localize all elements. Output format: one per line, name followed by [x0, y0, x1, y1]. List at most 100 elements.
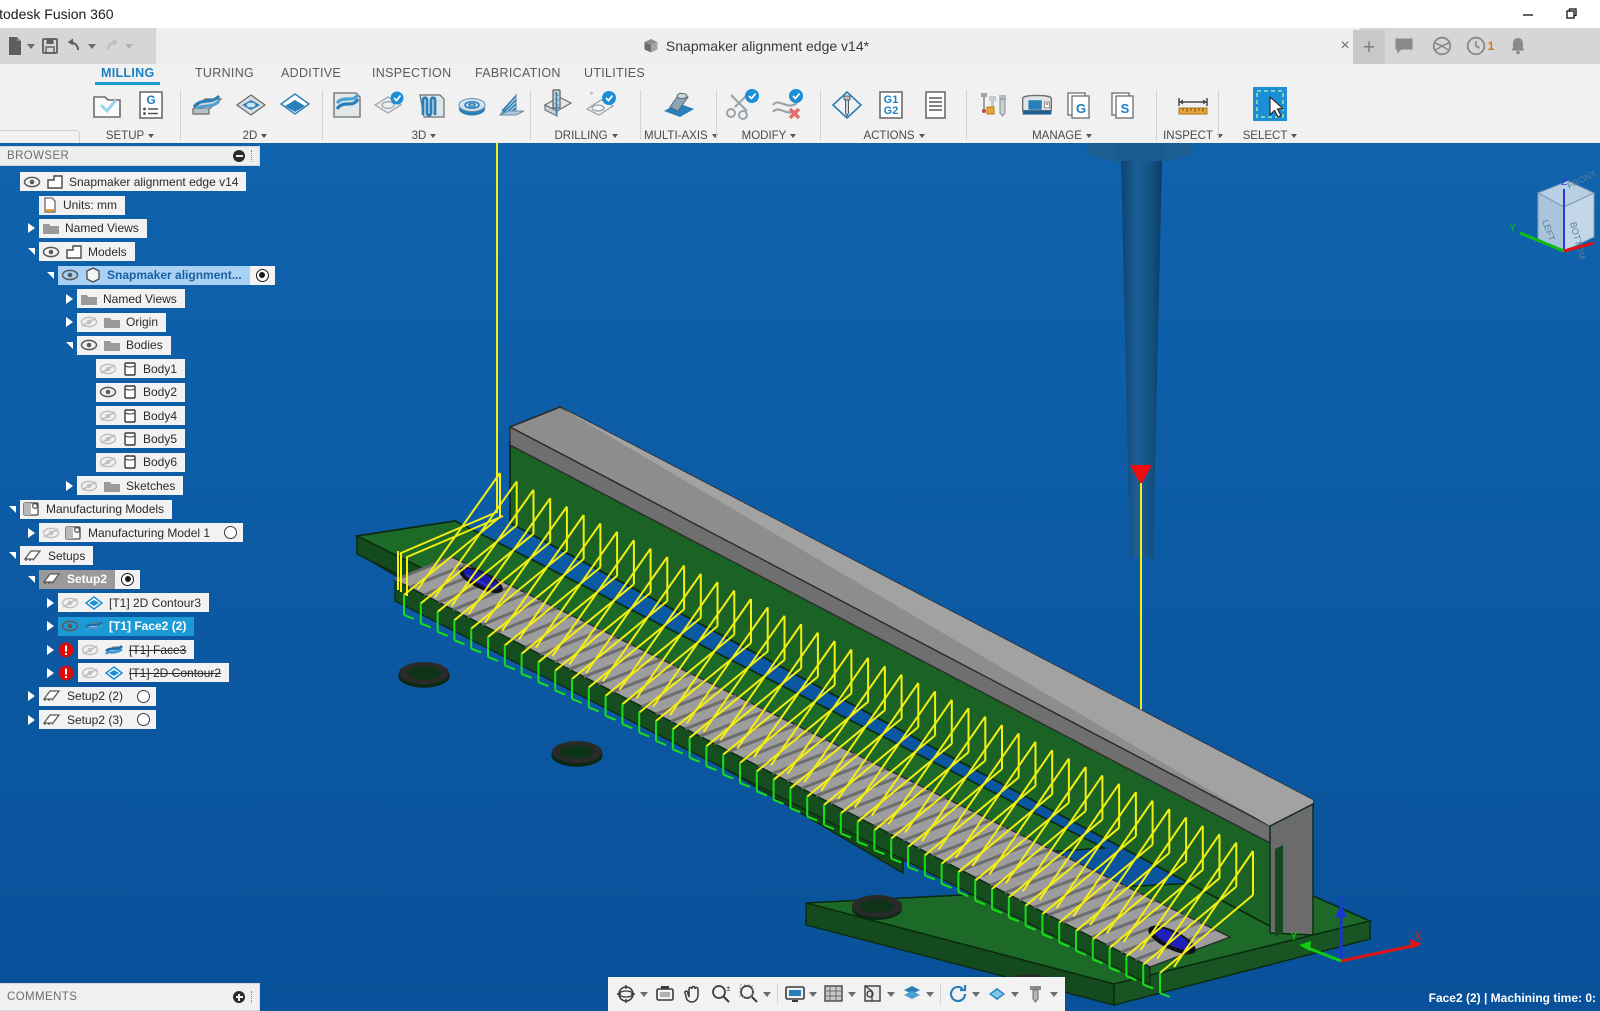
activate-toggle[interactable] [218, 523, 243, 542]
browser-row-snapmaker-alignment[interactable]: Snapmaker alignment... [0, 264, 262, 287]
stock-visibility-button[interactable] [898, 980, 937, 1008]
browser-row-snapmaker-alignment-edge-v14[interactable]: Snapmaker alignment edge v14 [0, 170, 262, 193]
expander[interactable] [4, 506, 20, 513]
activate-toggle[interactable] [131, 687, 156, 706]
look-at-button[interactable] [651, 980, 679, 1008]
expander[interactable] [42, 598, 58, 608]
expand-arrow-icon[interactable] [47, 621, 54, 631]
comments-resize-grip[interactable] [251, 991, 253, 1003]
browser-row-chip[interactable]: Manufacturing Models [20, 500, 172, 519]
select-panel-caret[interactable] [1291, 134, 1297, 138]
browser-row-units-mm[interactable]: Units: mm [0, 193, 262, 216]
visibility-on-icon[interactable] [23, 175, 41, 189]
expander[interactable] [23, 576, 39, 583]
browser-row-t1-2d-contour3[interactable]: [T1] 2D Contour3 [0, 591, 262, 614]
browser-row-chip[interactable]: Named Views [39, 219, 147, 238]
browser-row-body5[interactable]: Body5 [0, 427, 262, 450]
drill-button[interactable] [536, 85, 578, 125]
expander[interactable] [23, 715, 39, 725]
activate-radio-selected[interactable] [256, 269, 269, 282]
bell-icon[interactable] [1502, 30, 1534, 62]
browser-row-chip[interactable]: Body2 [96, 383, 185, 402]
add-comment-icon[interactable] [233, 991, 245, 1003]
visibility-off-icon[interactable] [80, 479, 98, 493]
expand-arrow-icon[interactable] [28, 528, 35, 538]
setup-panel-caret[interactable] [148, 134, 154, 138]
visibility-on-icon[interactable] [61, 268, 79, 282]
visibility-on-icon[interactable] [42, 245, 60, 259]
adaptive-3d-button[interactable] [326, 85, 366, 125]
activate-toggle[interactable] [115, 570, 140, 589]
visibility-off-icon[interactable] [80, 315, 98, 329]
browser-row-chip[interactable]: Setup2 (2) [39, 687, 131, 706]
browser-row-setups[interactable]: Setups [0, 544, 262, 567]
collapse-arrow-icon[interactable] [9, 506, 16, 513]
ncprogram-button[interactable]: G [130, 85, 172, 125]
browser-row-body6[interactable]: Body6 [0, 451, 262, 474]
display-settings-caret[interactable] [809, 992, 817, 997]
minimize-button[interactable] [1506, 0, 1550, 28]
undo-caret[interactable] [88, 44, 96, 49]
pocket-2d-button[interactable] [274, 85, 316, 125]
browser-row-chip[interactable]: Body5 [96, 429, 185, 448]
fit-caret[interactable] [763, 992, 771, 997]
activate-toggle[interactable] [131, 710, 156, 729]
delete-toolpath-button[interactable] [766, 85, 808, 125]
browser-row-chip[interactable]: Snapmaker alignment... [58, 266, 250, 285]
browser-row-t1-2d-contour2[interactable]: [T1] 2D Contour2 [0, 661, 262, 684]
browser-row-manufacturing-models[interactable]: Manufacturing Models [0, 497, 262, 520]
browser-row-body1[interactable]: Body1 [0, 357, 262, 380]
3d-panel-caret[interactable] [430, 134, 436, 138]
visibility-off-icon[interactable] [61, 596, 79, 610]
browser-row-body2[interactable]: Body2 [0, 381, 262, 404]
select-button[interactable] [1245, 85, 1295, 125]
grid-snaps-button[interactable] [820, 980, 859, 1008]
toolpath-visibility-button[interactable] [983, 980, 1022, 1008]
actions-panel-caret[interactable] [919, 134, 925, 138]
viewports-caret[interactable] [887, 992, 895, 997]
browser-row-bodies[interactable]: Bodies [0, 334, 262, 357]
browser-row-chip[interactable]: Bodies [77, 336, 171, 355]
new-tab-button[interactable]: + [1353, 30, 1385, 64]
visibility-off-icon[interactable] [81, 666, 99, 680]
browser-row-chip[interactable]: Manufacturing Model 1 [39, 523, 218, 542]
ribbon-tab-fabrication[interactable]: FABRICATION [475, 66, 561, 80]
visibility-off-icon[interactable] [99, 432, 117, 446]
activate-radio[interactable] [224, 526, 237, 539]
collapse-arrow-icon[interactable] [28, 248, 35, 255]
simulate-button[interactable] [826, 85, 868, 125]
expander[interactable] [4, 552, 20, 559]
browser-row-chip[interactable]: Setup2 (3) [39, 710, 131, 729]
new-document-caret[interactable] [27, 44, 35, 49]
browser-row-chip[interactable]: [T1] Face3 [78, 640, 194, 659]
browser-row-chip[interactable]: [T1] Face2 (2) [58, 617, 194, 636]
contour-3d-button[interactable] [452, 85, 492, 125]
bore-button[interactable] [580, 85, 622, 125]
expand-arrow-icon[interactable] [47, 645, 54, 655]
visibility-off-icon[interactable] [99, 362, 117, 376]
setup-button[interactable] [86, 85, 128, 125]
browser-row-chip[interactable]: Body4 [96, 406, 185, 425]
browser-row-setup2[interactable]: Setup2 [0, 568, 262, 591]
expander[interactable] [61, 317, 77, 327]
document-tab[interactable]: Snapmaker alignment edge v14* [156, 28, 1356, 64]
browser-row-chip[interactable]: Setups [20, 546, 93, 565]
browser-row-named-views[interactable]: Named Views [0, 217, 262, 240]
adaptive-clearing-button[interactable] [230, 85, 272, 125]
manage-panel-caret[interactable] [1086, 134, 1092, 138]
expand-arrow-icon[interactable] [66, 294, 73, 304]
activate-toggle[interactable] [250, 266, 275, 285]
expand-arrow-icon[interactable] [47, 668, 54, 678]
comment-icon[interactable] [1388, 30, 1420, 62]
ribbon-tab-milling[interactable]: MILLING [101, 66, 154, 80]
browser-row-sketches[interactable]: Sketches [0, 474, 262, 497]
browser-row-setup2-2[interactable]: Setup2 (2) [0, 685, 262, 708]
expander[interactable] [42, 668, 58, 678]
browser-row-chip[interactable]: Named Views [77, 289, 185, 308]
grid-snaps-caret[interactable] [848, 992, 856, 997]
visibility-off-icon[interactable] [42, 526, 60, 540]
scallop-button[interactable] [494, 85, 534, 125]
face-button[interactable] [186, 85, 228, 125]
trim-toolpath-button[interactable] [722, 85, 764, 125]
expander[interactable] [42, 645, 58, 655]
